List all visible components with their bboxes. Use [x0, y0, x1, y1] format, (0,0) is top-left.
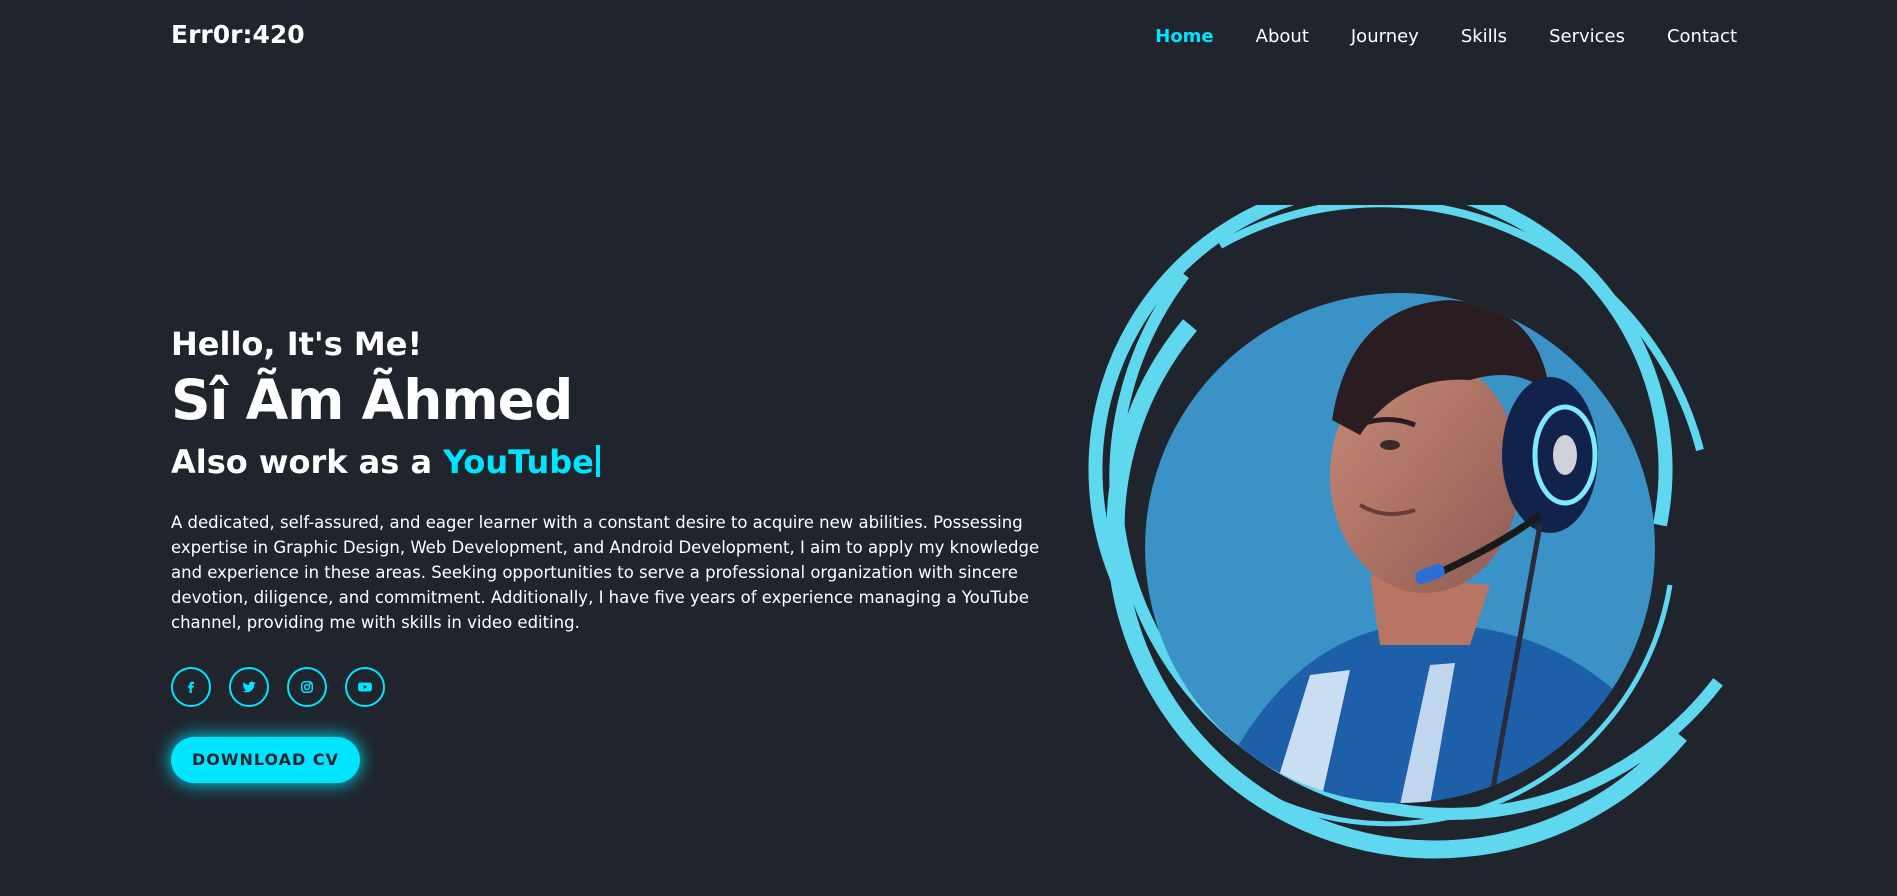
role-prefix: Also work as a [171, 443, 433, 481]
hero-visual [1070, 177, 1730, 892]
twitter-icon [242, 681, 256, 693]
youtube-icon [358, 682, 372, 692]
hero-name: Sî Ãm Ãhmed [171, 368, 573, 432]
nav-services[interactable]: Services [1549, 26, 1625, 47]
main-nav: Home About Journey Skills Services Conta… [1113, 26, 1737, 47]
site-header: Err0r:420 Home About Journey Skills Serv… [0, 0, 1897, 76]
nav-contact[interactable]: Contact [1667, 26, 1737, 47]
nav-about[interactable]: About [1256, 26, 1309, 47]
hero-greeting: Hello, It's Me! [171, 325, 423, 363]
role-typed-text: YouTube [443, 443, 594, 481]
facebook-icon [188, 681, 194, 693]
hero-content: Hello, It's Me! Sî Ãm Ãhmed Also work as… [171, 322, 1051, 783]
nav-journey[interactable]: Journey [1351, 26, 1419, 47]
nav-skills[interactable]: Skills [1461, 26, 1507, 47]
hero-description: A dedicated, self-assured, and eager lea… [171, 513, 1040, 632]
social-links [171, 667, 1051, 707]
twitter-link[interactable] [229, 667, 269, 707]
youtube-link[interactable] [345, 667, 385, 707]
hero-visual-graphic [1088, 177, 1723, 859]
nav-home[interactable]: Home [1155, 26, 1213, 47]
instagram-link[interactable] [287, 667, 327, 707]
facebook-link[interactable] [171, 667, 211, 707]
typing-caret [595, 445, 600, 477]
download-cv-button[interactable]: DOWNLOAD CV [171, 737, 360, 783]
instagram-icon [301, 681, 313, 693]
hero-role: Also work as a YouTube [171, 438, 1051, 486]
site-logo[interactable]: Err0r:420 [171, 20, 305, 49]
